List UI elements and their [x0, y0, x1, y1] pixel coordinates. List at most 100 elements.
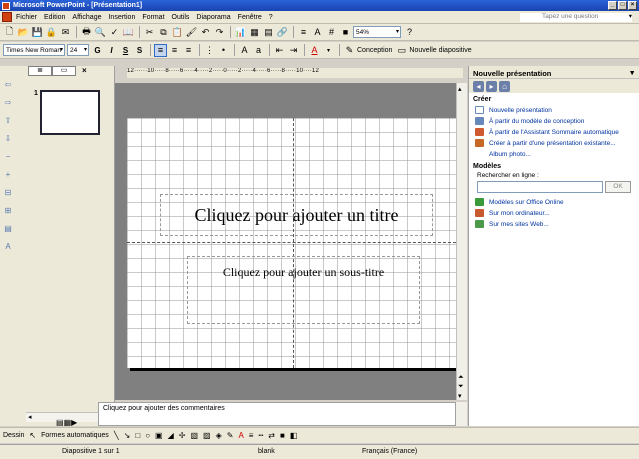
draw-menu[interactable]: Dessin — [3, 432, 24, 439]
slide-sorter-icon[interactable]: ▦ — [64, 418, 72, 427]
arrow-icon[interactable]: ↘ — [124, 431, 131, 440]
numbering-icon[interactable]: ⋮ — [203, 44, 216, 57]
menu-diaporama[interactable]: Diaporama — [196, 14, 230, 21]
collapse-icon[interactable]: − — [2, 152, 14, 164]
rectangle-icon[interactable]: □ — [135, 431, 140, 440]
research-icon[interactable]: 📖 — [122, 26, 135, 39]
increase-font-icon[interactable]: A — [238, 44, 251, 57]
help-icon[interactable]: ? — [403, 26, 416, 39]
next-slide-icon[interactable]: ⏷ — [458, 383, 464, 391]
decrease-indent-icon[interactable]: ⇤ — [273, 44, 286, 57]
close-icon[interactable]: × — [628, 1, 637, 10]
notes-pane[interactable]: Cliquez pour ajouter des commentaires — [98, 402, 456, 426]
help-question-input[interactable]: Tapez une question ▾ — [520, 13, 632, 22]
menu-insertion[interactable]: Insertion — [108, 14, 135, 21]
chevron-down-icon[interactable]: ▾ — [630, 68, 634, 77]
link-office-online[interactable]: Modèles sur Office Online — [469, 197, 639, 208]
select-objects-icon[interactable]: ↖ — [29, 431, 36, 440]
title-placeholder[interactable]: Cliquez pour ajouter un titre — [160, 194, 433, 236]
move-down-icon[interactable]: ⇩ — [2, 134, 14, 146]
tables-borders-icon[interactable]: ▤ — [262, 26, 275, 39]
line-style-icon[interactable]: ≡ — [249, 431, 254, 440]
slide-thumbnail[interactable] — [40, 90, 100, 135]
link-photo-album[interactable]: Album photo... — [469, 149, 639, 160]
3d-style-icon[interactable]: ◧ — [290, 431, 298, 440]
underline-button[interactable]: S — [119, 44, 132, 57]
print-preview-icon[interactable]: 🔍 — [94, 26, 107, 39]
menu-fichier[interactable]: Fichier — [16, 14, 37, 21]
task-pane-header[interactable]: Nouvelle présentation ▾ — [469, 66, 639, 79]
wordart-icon[interactable]: ◢ — [168, 431, 174, 440]
paste-icon[interactable]: 📋 — [171, 26, 184, 39]
vertical-guide[interactable] — [293, 118, 294, 368]
insert-chart-icon[interactable]: 📊 — [234, 26, 247, 39]
line-color-icon[interactable]: ✎ — [227, 431, 234, 440]
font-color-icon[interactable]: A — [238, 431, 243, 440]
subtitle-placeholder[interactable]: Cliquez pour ajouter un sous-titre — [187, 256, 420, 324]
menu-fenetre[interactable]: Fenêtre — [238, 14, 262, 21]
search-input[interactable] — [477, 181, 603, 193]
notes-scrollbar[interactable] — [456, 402, 467, 426]
expand-all-icon[interactable]: ≡ — [297, 26, 310, 39]
collapse-all-icon[interactable]: ⊟ — [2, 188, 14, 200]
show-grid-icon[interactable]: # — [325, 26, 338, 39]
expand-icon[interactable]: + — [2, 170, 14, 182]
oval-icon[interactable]: ○ — [145, 431, 150, 440]
move-up-icon[interactable]: ⇧ — [2, 116, 14, 128]
minimize-icon[interactable]: _ — [608, 1, 617, 10]
textbox-icon[interactable]: ▣ — [155, 431, 163, 440]
align-left-icon[interactable]: ≡ — [154, 43, 167, 57]
menu-format[interactable]: Format — [142, 14, 164, 21]
print-icon[interactable]: 🖶 — [80, 26, 93, 39]
link-my-websites[interactable]: Sur mes sites Web... — [469, 219, 639, 230]
increase-indent-icon[interactable]: ⇥ — [287, 44, 300, 57]
open-folder-icon[interactable]: 📂 — [17, 26, 30, 39]
new-slide-button[interactable]: ▭ Nouvelle diapositive — [395, 44, 472, 57]
line-icon[interactable]: ╲ — [114, 431, 119, 440]
menu-affichage[interactable]: Affichage — [72, 14, 101, 21]
format-painter-icon[interactable]: 🖌 — [185, 26, 198, 39]
document-icon[interactable] — [2, 12, 12, 22]
scroll-down-icon[interactable]: ▾ — [458, 392, 462, 400]
redo-icon[interactable]: ↷ — [213, 26, 226, 39]
undo-icon[interactable]: ↶ — [199, 26, 212, 39]
font-size-select[interactable]: 24 ▾ — [67, 44, 89, 56]
promote-icon[interactable]: ⇦ — [2, 80, 14, 92]
chevron-down-icon[interactable]: ▾ — [629, 12, 632, 20]
bold-button[interactable]: G — [91, 44, 104, 57]
dash-style-icon[interactable]: ┅ — [258, 431, 263, 440]
spelling-icon[interactable]: ✓ — [108, 26, 121, 39]
arrow-style-icon[interactable]: ⇄ — [268, 431, 275, 440]
horizontal-guide[interactable] — [127, 242, 461, 243]
new-document-icon[interactable]: 🗋 — [3, 26, 16, 39]
save-icon[interactable]: 💾 — [31, 26, 44, 39]
forward-icon[interactable]: ▸ — [486, 80, 497, 92]
zoom-select[interactable]: 54% ▾ — [353, 26, 401, 38]
copy-icon[interactable]: ⧉ — [157, 26, 170, 39]
chevron-down-icon[interactable]: ▾ — [322, 44, 335, 57]
autoshapes-menu[interactable]: Formes automatiques — [41, 432, 109, 439]
link-autocontent-wizard[interactable]: À partir de l'Assistant Sommaire automat… — [469, 127, 639, 138]
tab-outline[interactable]: ≣ — [28, 66, 52, 76]
back-icon[interactable]: ◂ — [473, 80, 484, 92]
font-name-select[interactable]: Times New Roman ▾ — [3, 44, 65, 56]
hyperlink-icon[interactable]: 🔗 — [276, 26, 289, 39]
color-grayscale-icon[interactable]: ■ — [339, 26, 352, 39]
slide-canvas[interactable]: Cliquez pour ajouter un titre Cliquez po… — [127, 118, 461, 368]
slideshow-icon[interactable]: ▶ — [71, 418, 77, 427]
permission-icon[interactable]: 🔒 — [45, 26, 58, 39]
shadow-button[interactable]: S — [133, 44, 146, 57]
link-my-computer[interactable]: Sur mon ordinateur... — [469, 208, 639, 219]
show-formatting-icon[interactable]: A — [311, 26, 324, 39]
demote-icon[interactable]: ⇨ — [2, 98, 14, 110]
cut-icon[interactable]: ✂ — [143, 26, 156, 39]
tab-slides[interactable]: ▭ — [52, 66, 76, 76]
font-color-icon[interactable]: A — [308, 44, 321, 57]
link-design-template[interactable]: À partir du modèle de conception — [469, 116, 639, 127]
close-icon[interactable]: × — [82, 66, 87, 76]
search-ok-button[interactable]: OK — [605, 181, 631, 193]
summary-slide-icon[interactable]: ▤ — [2, 224, 14, 236]
picture-icon[interactable]: ▨ — [203, 431, 211, 440]
vertical-scrollbar[interactable]: ▴ ⏶ ⏷ ▾ — [456, 83, 467, 400]
fill-color-icon[interactable]: ◈ — [216, 431, 222, 440]
